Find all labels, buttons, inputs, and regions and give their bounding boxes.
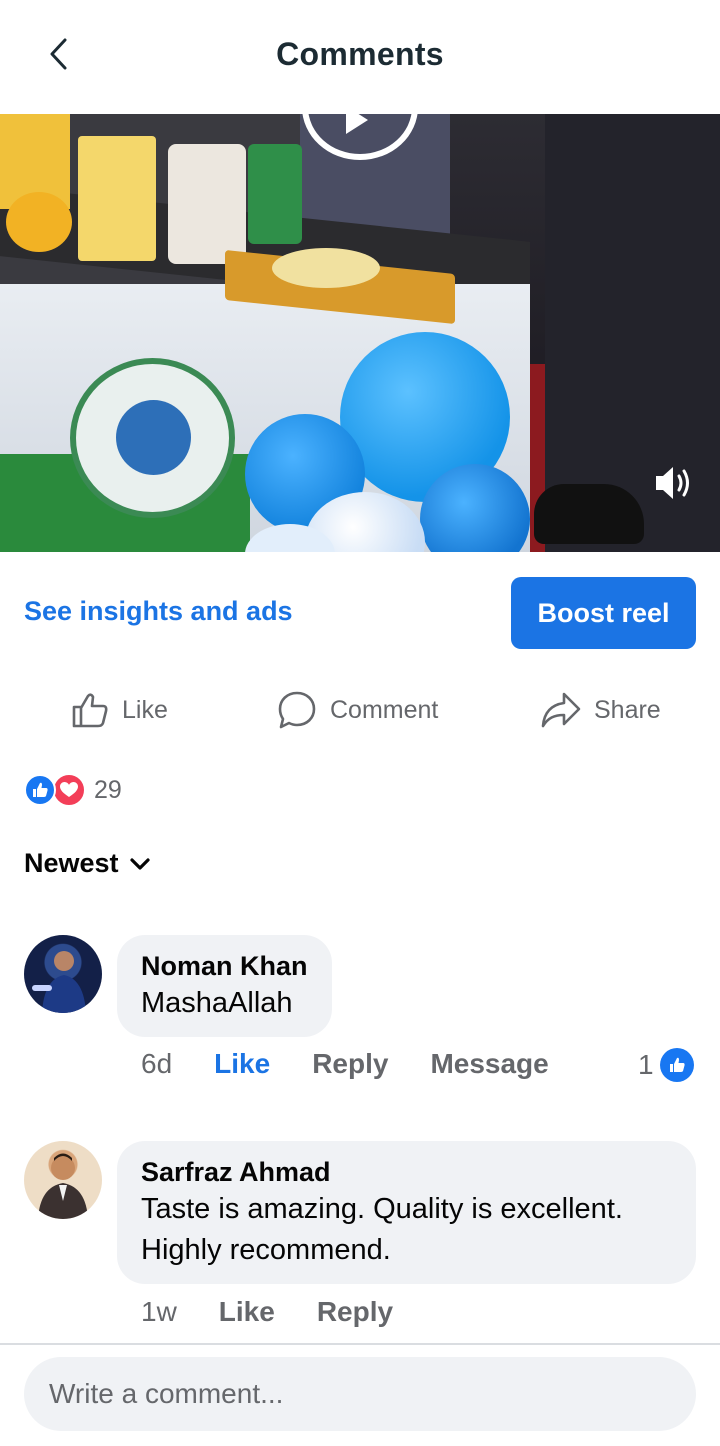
page-title: Comments	[276, 36, 444, 72]
comment-reply-button[interactable]: Reply	[312, 1048, 388, 1080]
chevron-down-icon	[129, 857, 150, 870]
comment-bubble: Noman Khan MashaAllah	[117, 935, 332, 1037]
comment-message-button[interactable]: Message	[430, 1048, 548, 1080]
video-emblem	[70, 358, 235, 518]
video-shoe	[534, 484, 644, 544]
reaction-summary[interactable]: 29	[24, 772, 122, 808]
reaction-count: 29	[94, 775, 122, 804]
comment-actions: 1w Like Reply	[141, 1296, 435, 1328]
comment-bubble-icon	[278, 691, 316, 729]
video-emblem-globe	[116, 400, 191, 475]
boost-reel-button[interactable]: Boost reel	[511, 577, 696, 649]
comment-like-count[interactable]: 1	[638, 1048, 694, 1082]
comment-action-label: Comment	[330, 695, 439, 724]
header: Comments	[0, 0, 720, 114]
video-product-can	[248, 144, 302, 244]
comment-bubble: Sarfraz Ahmad Taste is amazing. Quality …	[117, 1141, 696, 1284]
comment-actions: 6d Like Reply Message	[141, 1048, 591, 1080]
video-product-box	[78, 136, 156, 261]
volume-icon	[656, 467, 689, 499]
comment-author[interactable]: Sarfraz Ahmad	[141, 1155, 672, 1189]
like-reaction-icon	[24, 774, 56, 806]
see-insights-link[interactable]: See insights and ads	[24, 596, 293, 627]
share-arrow-icon	[541, 692, 581, 728]
comment-text: MashaAllah	[141, 987, 293, 1019]
avatar-photo	[32, 951, 86, 1013]
comment-reply-button[interactable]: Reply	[317, 1296, 393, 1328]
comment-action-button[interactable]: Comment	[276, 686, 438, 734]
love-reaction-icon	[52, 773, 86, 807]
comment-text: Taste is amazing. Quality is excellent. …	[141, 1193, 623, 1266]
play-icon-triangle	[346, 114, 368, 134]
like-action-label: Like	[122, 695, 168, 724]
avatar[interactable]	[24, 1141, 102, 1219]
avatar[interactable]	[24, 935, 102, 1013]
video-product-jar	[168, 144, 246, 264]
share-action-label: Share	[594, 695, 661, 724]
video-plate	[272, 248, 380, 288]
comment-time: 6d	[141, 1048, 173, 1079]
sort-label: Newest	[24, 848, 119, 878]
composer-divider	[0, 1343, 720, 1345]
share-action-button[interactable]: Share	[540, 686, 661, 734]
sort-dropdown[interactable]: Newest	[24, 848, 151, 879]
video-mango	[6, 192, 72, 252]
reel-video[interactable]	[0, 114, 720, 552]
comment-like-button[interactable]: Like	[214, 1048, 270, 1080]
thumbs-up-icon	[72, 693, 108, 728]
volume-button[interactable]	[652, 462, 698, 504]
comment-input[interactable]: Write a comment...	[24, 1357, 696, 1431]
like-reaction-icon	[659, 1048, 694, 1082]
comment-like-button[interactable]: Like	[219, 1296, 275, 1328]
comment-input-placeholder: Write a comment...	[49, 1378, 284, 1409]
comment-time: 1w	[141, 1296, 177, 1327]
avatar-photo	[38, 1153, 88, 1219]
like-action-button[interactable]: Like	[70, 686, 168, 734]
comment-like-count-value: 1	[638, 1049, 654, 1080]
comment-author[interactable]: Noman Khan	[141, 949, 308, 983]
